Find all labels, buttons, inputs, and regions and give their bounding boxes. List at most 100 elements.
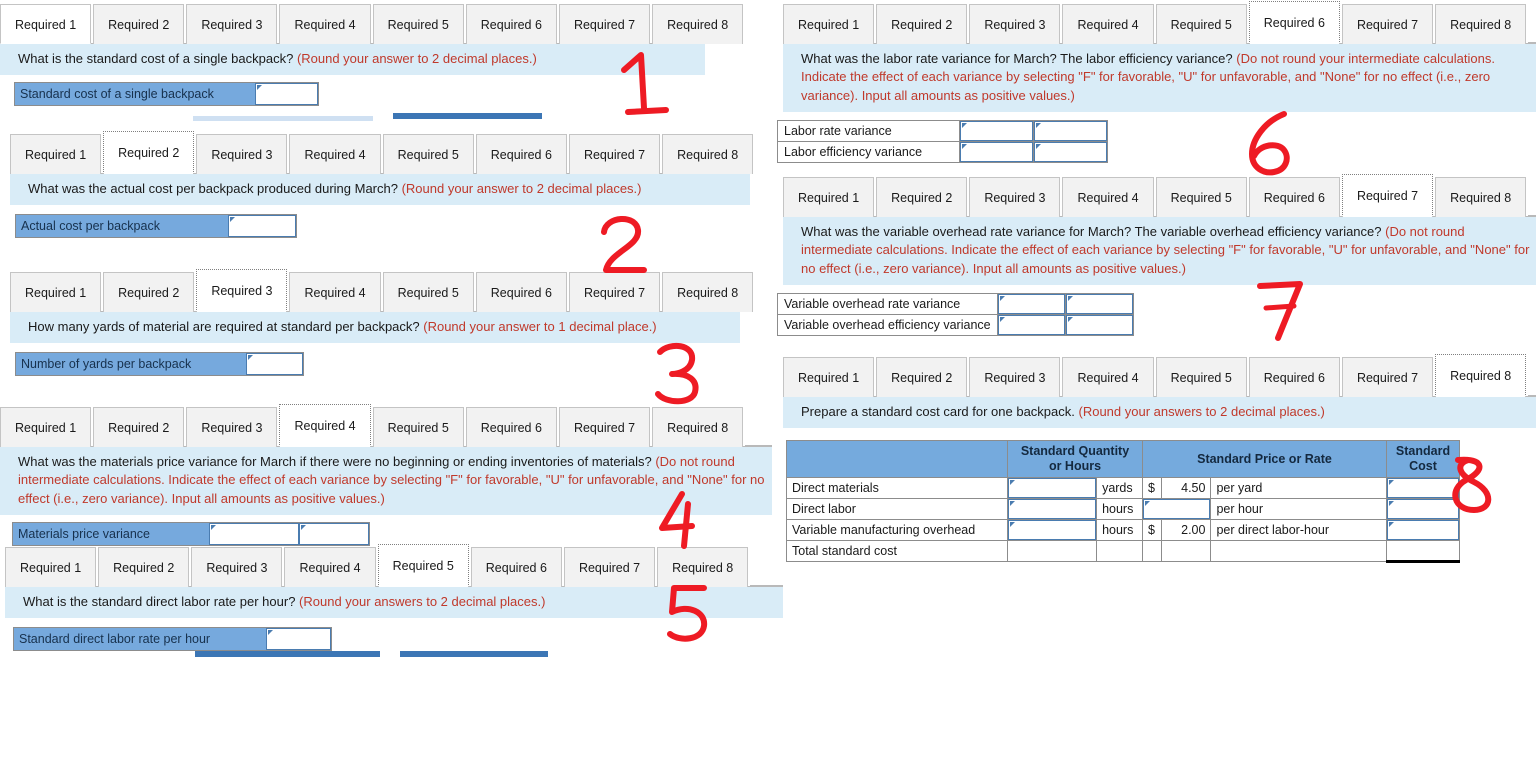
variance-effect-input[interactable] [1034, 142, 1107, 163]
tab-required-8[interactable]: Required 8 [662, 272, 754, 312]
tab-required-3[interactable]: Required 3 [969, 357, 1061, 397]
tab-required-1[interactable]: Required 1 [0, 407, 92, 447]
handwritten-marker-3 [650, 340, 708, 406]
tab-required-5[interactable]: Required 5 [1155, 357, 1247, 397]
standard-cost-input[interactable] [1387, 520, 1459, 541]
tab-required-3[interactable]: Required 3 [196, 269, 288, 312]
variance-effect-input[interactable] [1065, 315, 1133, 336]
previous-button-partial[interactable] [195, 651, 380, 657]
header-standard-price: Standard Price or Rate [1142, 440, 1387, 479]
tab-required-5[interactable]: Required 5 [382, 272, 474, 312]
tab-required-2[interactable]: Required 2 [876, 357, 968, 397]
tab-required-8[interactable]: Required 8 [662, 134, 754, 174]
tab-label: Required 7 [578, 561, 641, 575]
tab-required-6[interactable]: Required 6 [465, 4, 557, 44]
tab-required-1[interactable]: Required 1 [783, 357, 875, 397]
tab-strip-filler [745, 445, 772, 446]
tab-label: Required 2 [891, 18, 953, 32]
row-rate-cell [1141, 498, 1212, 521]
tab-required-8[interactable]: Required 8 [652, 4, 744, 44]
tab-required-2[interactable]: Required 2 [876, 177, 968, 217]
tab-required-1[interactable]: Required 1 [10, 134, 102, 174]
tab-required-7[interactable]: Required 7 [558, 407, 651, 447]
tab-required-6[interactable]: Required 6 [470, 547, 562, 587]
handwritten-marker-6 [1240, 108, 1300, 178]
tab-required-4[interactable]: Required 4 [289, 272, 381, 312]
tab-required-3[interactable]: Required 3 [969, 4, 1061, 44]
tab-required-1[interactable]: Required 1 [5, 547, 97, 587]
tab-required-2[interactable]: Required 2 [93, 407, 185, 447]
tab-required-4[interactable]: Required 4 [289, 134, 381, 174]
qty-input[interactable] [1008, 499, 1097, 520]
tab-required-7[interactable]: Required 7 [1341, 174, 1434, 217]
tab-required-7[interactable]: Required 7 [1341, 357, 1434, 397]
qty-input[interactable] [1008, 478, 1097, 499]
variance-amount-input[interactable] [997, 294, 1065, 315]
tab-required-4[interactable]: Required 4 [1062, 177, 1154, 217]
variance-amount-input[interactable] [960, 121, 1033, 142]
tab-required-5[interactable]: Required 5 [377, 544, 469, 587]
tab-required-1[interactable]: Required 1 [783, 4, 875, 44]
tab-required-8[interactable]: Required 8 [1435, 177, 1527, 217]
tab-required-5[interactable]: Required 5 [382, 134, 474, 174]
tab-required-4[interactable]: Required 4 [284, 547, 376, 587]
tab-required-4[interactable]: Required 4 [1062, 357, 1154, 397]
tab-required-6[interactable]: Required 6 [475, 272, 567, 312]
tab-required-7[interactable]: Required 7 [558, 4, 651, 44]
previous-button-partial[interactable] [193, 116, 373, 121]
question-banner-3: How many yards of material are required … [10, 312, 740, 344]
tab-required-6[interactable]: Required 6 [1248, 357, 1340, 397]
tab-required-7[interactable]: Required 7 [563, 547, 656, 587]
tab-label: Required 4 [294, 18, 356, 32]
tab-strip-2: Required 1 Required 2 Required 3 Require… [10, 130, 754, 174]
variance-amount-input[interactable] [997, 315, 1065, 336]
tab-label: Required 2 [891, 371, 953, 385]
row-label: Labor rate variance [777, 120, 960, 143]
tab-required-3[interactable]: Required 3 [196, 134, 288, 174]
tab-required-8[interactable]: Required 8 [652, 407, 744, 447]
tab-required-4[interactable]: Required 4 [279, 4, 371, 44]
tab-required-1[interactable]: Required 1 [10, 272, 102, 312]
question-banner-7: What was the variable overhead rate vari… [783, 217, 1536, 286]
tab-required-3[interactable]: Required 3 [186, 4, 278, 44]
tab-required-5[interactable]: Required 5 [372, 407, 464, 447]
tab-required-3[interactable]: Required 3 [191, 547, 283, 587]
tab-required-6[interactable]: Required 6 [1248, 1, 1340, 44]
next-button-partial[interactable] [400, 651, 548, 657]
tab-required-4[interactable]: Required 4 [279, 404, 371, 447]
answer-input-direct-labor-rate[interactable] [266, 628, 331, 651]
tab-required-2[interactable]: Required 2 [103, 131, 195, 174]
tab-required-7[interactable]: Required 7 [568, 134, 661, 174]
tab-required-6[interactable]: Required 6 [465, 407, 557, 447]
tab-required-6[interactable]: Required 6 [1248, 177, 1340, 217]
rate-input[interactable] [1143, 499, 1211, 520]
tab-required-2[interactable]: Required 2 [103, 272, 195, 312]
tab-required-3[interactable]: Required 3 [969, 177, 1061, 217]
tab-required-1[interactable]: Required 1 [783, 177, 875, 217]
variance-amount-input[interactable] [960, 142, 1033, 163]
tab-required-8[interactable]: Required 8 [1435, 354, 1527, 397]
answer-input-yards[interactable] [246, 353, 303, 376]
variance-effect-input[interactable] [1065, 294, 1133, 315]
qty-input[interactable] [1008, 520, 1097, 541]
tab-required-5[interactable]: Required 5 [1155, 4, 1247, 44]
next-button-partial[interactable] [393, 113, 542, 119]
tab-required-7[interactable]: Required 7 [568, 272, 661, 312]
variance-effect-input[interactable] [1034, 121, 1107, 142]
tab-required-3[interactable]: Required 3 [186, 407, 278, 447]
tab-required-4[interactable]: Required 4 [1062, 4, 1154, 44]
total-unit-cell [1096, 540, 1143, 563]
tab-required-2[interactable]: Required 2 [93, 4, 185, 44]
tab-required-8[interactable]: Required 8 [1435, 4, 1527, 44]
tab-required-1[interactable]: Required 1 [0, 4, 92, 44]
answer-input-standard-cost[interactable] [255, 83, 318, 106]
tab-required-6[interactable]: Required 6 [475, 134, 567, 174]
tab-required-5[interactable]: Required 5 [372, 4, 464, 44]
tab-required-5[interactable]: Required 5 [1155, 177, 1247, 217]
tab-required-7[interactable]: Required 7 [1341, 4, 1434, 44]
tab-required-2[interactable]: Required 2 [876, 4, 968, 44]
tab-required-2[interactable]: Required 2 [98, 547, 190, 587]
panel-required-8: Required 1 Required 2 Required 3 Require… [783, 353, 1536, 564]
row-amount-cell [959, 141, 1034, 164]
answer-input-actual-cost[interactable] [228, 215, 296, 238]
